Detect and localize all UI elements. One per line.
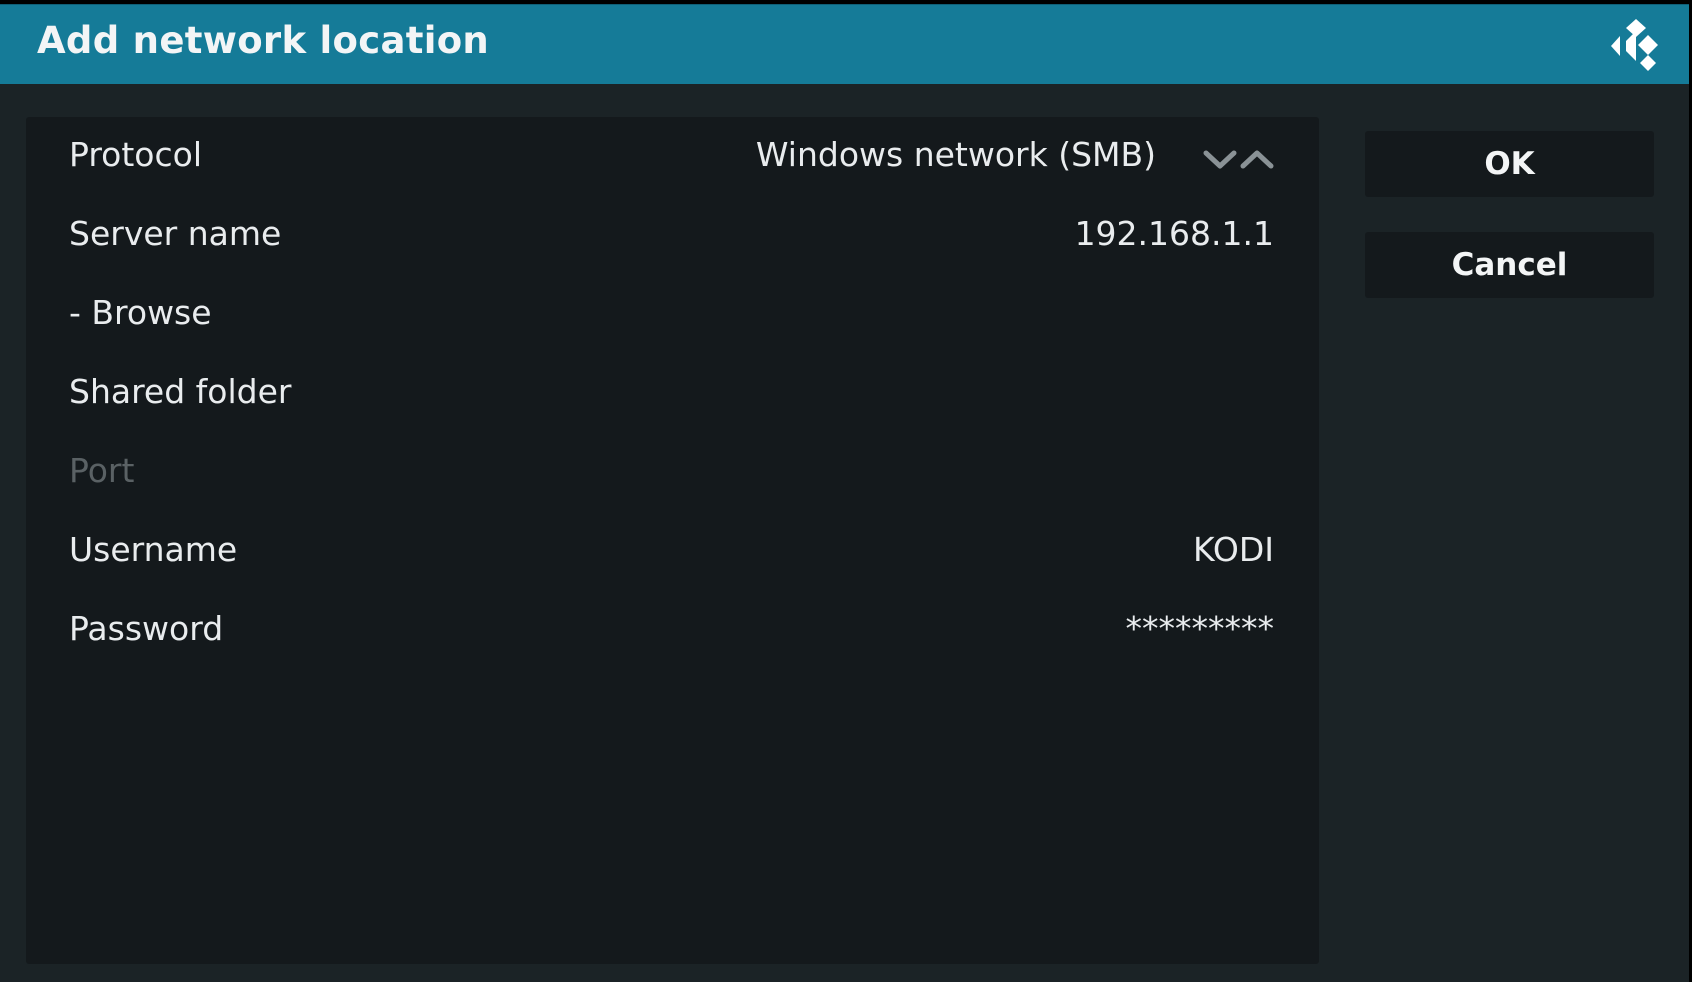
chevron-up-icon[interactable]	[1240, 150, 1274, 169]
browse-row[interactable]: - Browse	[26, 275, 1319, 353]
password-value: *********	[1125, 609, 1275, 648]
chevron-down-icon[interactable]	[1203, 150, 1237, 169]
kodi-logo-icon	[1611, 19, 1658, 71]
browse-label: - Browse	[69, 293, 212, 332]
protocol-value: Windows network (SMB)	[755, 135, 1156, 174]
dialog-header: Add network location	[0, 4, 1689, 84]
username-row[interactable]: Username KODI	[26, 512, 1319, 590]
port-row: Port	[26, 433, 1319, 511]
protocol-row[interactable]: Protocol Windows network (SMB)	[26, 117, 1319, 195]
dialog-title: Add network location	[37, 19, 490, 62]
server-name-value: 192.168.1.1	[1074, 214, 1274, 253]
protocol-spinner	[1203, 150, 1274, 169]
port-label: Port	[69, 451, 135, 490]
cancel-button[interactable]: Cancel	[1365, 232, 1654, 298]
settings-list: Protocol Windows network (SMB) Server na…	[26, 117, 1319, 964]
ok-button[interactable]: OK	[1365, 131, 1654, 197]
password-row[interactable]: Password *********	[26, 591, 1319, 669]
add-network-location-dialog: Add network location Protocol Windows ne…	[0, 4, 1689, 982]
shared-folder-label: Shared folder	[69, 372, 292, 411]
password-label: Password	[69, 609, 224, 648]
protocol-label: Protocol	[69, 135, 202, 174]
shared-folder-row[interactable]: Shared folder	[26, 354, 1319, 432]
server-name-label: Server name	[69, 214, 282, 253]
server-name-row[interactable]: Server name 192.168.1.1	[26, 196, 1319, 274]
username-label: Username	[69, 530, 238, 569]
username-value: KODI	[1193, 530, 1274, 569]
